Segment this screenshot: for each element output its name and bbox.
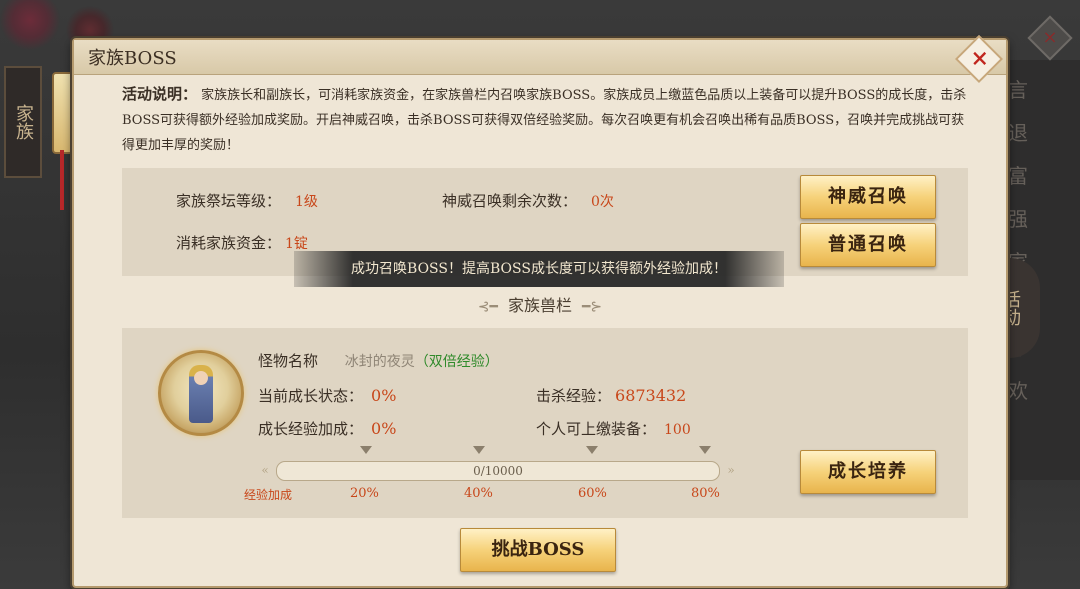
right-faded-text-0: 言 xyxy=(1008,78,1028,102)
milestone-label-60: 60% xyxy=(578,486,607,501)
divine-summon-button[interactable]: 神威召唤 xyxy=(800,175,936,219)
activity-description: 活动说明： 家族族长和副族长，可消耗家族资金，在家族兽栏内召唤家族BOSS。家族… xyxy=(122,82,972,158)
growth-progress-text: 0/10000 xyxy=(473,464,523,478)
growth-exp-bonus: 成长经验加成： 0% xyxy=(258,418,396,439)
growth-state-label: 当前成长状态： xyxy=(258,387,364,405)
ornament-right-icon: ━⊱ xyxy=(582,299,603,315)
pen-section-header: ⊰━ 家族兽栏 ━⊱ xyxy=(74,292,1006,316)
altar-level-value: 1级 xyxy=(295,194,318,210)
outer-close-icon: × xyxy=(1042,27,1058,48)
close-icon: × xyxy=(970,45,989,72)
kill-exp: 击杀经验： 6873432 xyxy=(536,385,686,406)
altar-level: 家族祭坛等级： 1级 xyxy=(176,190,318,211)
growth-progress-bar: 0/10000 xyxy=(276,461,720,481)
growth-exp-bonus-label: 成长经验加成： xyxy=(258,420,364,438)
monster-bonus-tag: （双倍经验） xyxy=(414,354,499,370)
summon-cost: 消耗家族资金： 1锭 xyxy=(176,232,308,253)
dialog-title: 家族BOSS xyxy=(88,48,177,69)
tassel-decoration xyxy=(60,150,64,210)
personal-equip-label: 个人可上缴装备： xyxy=(536,420,657,438)
divine-summon-remaining: 神威召唤剩余次数： 0次 xyxy=(442,190,614,211)
growth-state-value: 0% xyxy=(371,386,397,405)
milestone-label-80: 80% xyxy=(691,486,720,501)
description-text: 家族族长和副族长，可消耗家族资金，在家族兽栏内召唤家族BOSS。家族成员上缴蓝色… xyxy=(122,88,967,153)
cost-value: 1锭 xyxy=(285,236,308,252)
growth-state: 当前成长状态： 0% xyxy=(258,385,396,406)
description-label: 活动说明： xyxy=(122,85,198,103)
family-boss-dialog: 家族BOSS × 活动说明： 家族族长和副族长，可消耗家族资金，在家族兽栏内召唤… xyxy=(72,34,1008,588)
boss-portrait[interactable] xyxy=(158,350,244,436)
progress-left-cap-icon: « xyxy=(261,463,269,477)
divine-remaining-value: 0次 xyxy=(591,194,614,210)
monster-name-value: 冰封的夜灵 xyxy=(344,354,415,370)
right-faded-text-1: 退 xyxy=(1008,121,1028,145)
kill-exp-label: 击杀经验： xyxy=(536,387,612,405)
progress-right-cap-icon: » xyxy=(727,463,735,477)
challenge-boss-button[interactable]: 挑战BOSS xyxy=(460,528,616,572)
milestone-marker-20 xyxy=(360,446,372,454)
pen-section-title: 家族兽栏 xyxy=(507,296,572,315)
normal-summon-button[interactable]: 普通召唤 xyxy=(800,223,936,267)
exp-bonus-caption: 经验加成 xyxy=(244,488,293,502)
milestone-marker-80 xyxy=(699,446,711,454)
milestone-label-20: 20% xyxy=(350,486,379,501)
milestone-marker-60 xyxy=(586,446,598,454)
growth-train-button[interactable]: 成长培养 xyxy=(800,450,936,494)
cost-label: 消耗家族资金： xyxy=(176,234,282,252)
right-faded-text-7: 欢 xyxy=(1008,379,1028,403)
monster-name: 怪物名称 冰封的夜灵（双倍经验） xyxy=(258,350,499,371)
monster-name-label: 怪物名称 xyxy=(258,352,319,370)
close-button[interactable]: × xyxy=(954,34,1004,84)
growth-exp-bonus-value: 0% xyxy=(371,419,397,438)
right-faded-text-2: 富 xyxy=(1008,164,1028,188)
divine-remaining-label: 神威召唤剩余次数： xyxy=(442,192,578,210)
summon-success-toast: 成功召唤BOSS！提高BOSS成长度可以获得额外经验加成！ xyxy=(294,251,784,287)
milestone-label-40: 40% xyxy=(464,486,493,501)
right-faded-text-3: 强 xyxy=(1008,207,1028,231)
dialog-header: 家族BOSS × xyxy=(74,34,1006,84)
personal-equip: 个人可上缴装备： 100 xyxy=(536,418,691,439)
left-family-banner[interactable]: 家族 xyxy=(4,66,42,178)
ornament-left-icon: ⊰━ xyxy=(477,299,498,315)
personal-equip-value: 100 xyxy=(664,422,691,438)
boss-head-icon xyxy=(194,371,208,385)
milestone-marker-40 xyxy=(473,446,485,454)
kill-exp-value: 6873432 xyxy=(615,386,687,405)
altar-level-label: 家族祭坛等级： xyxy=(176,192,282,210)
